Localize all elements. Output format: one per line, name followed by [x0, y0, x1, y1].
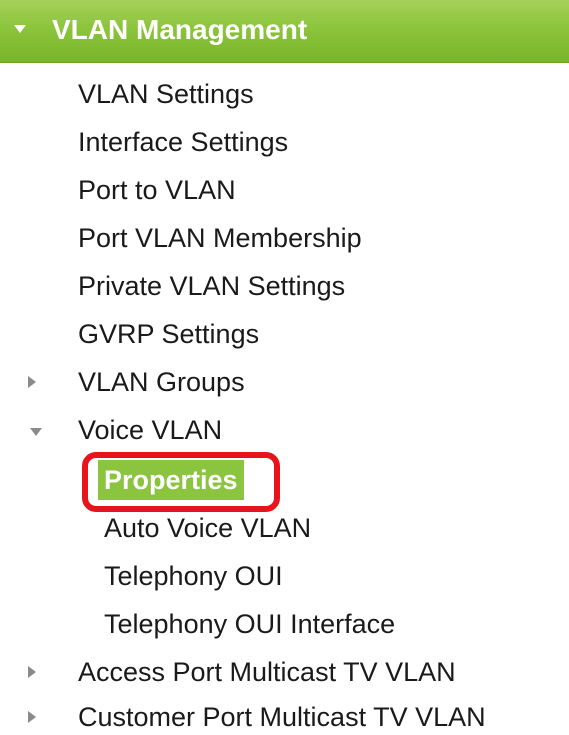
highlight-annotation — [82, 452, 280, 512]
menu-item-telephony-oui-interface[interactable]: Telephony OUI Interface — [104, 606, 395, 642]
section-header-vlan-management[interactable]: VLAN Management — [0, 0, 569, 63]
menu-item-telephony-oui[interactable]: Telephony OUI — [104, 558, 283, 594]
menu-group-customer-port-multicast-tv-vlan[interactable]: Customer Port Multicast TV VLAN — [78, 699, 486, 735]
caret-down-icon[interactable] — [30, 428, 42, 436]
caret-right-icon[interactable] — [28, 666, 36, 678]
menu-item-port-to-vlan[interactable]: Port to VLAN — [78, 172, 236, 208]
menu-group-access-port-multicast-tv-vlan[interactable]: Access Port Multicast TV VLAN — [78, 654, 456, 690]
menu-item-vlan-settings[interactable]: VLAN Settings — [78, 76, 254, 112]
menu-group-voice-vlan[interactable]: Voice VLAN — [78, 412, 222, 448]
menu-item-private-vlan-settings[interactable]: Private VLAN Settings — [78, 268, 345, 304]
menu-item-auto-voice-vlan[interactable]: Auto Voice VLAN — [104, 510, 311, 546]
menu-group-vlan-groups[interactable]: VLAN Groups — [78, 364, 245, 400]
caret-down-icon — [14, 25, 26, 33]
caret-right-icon[interactable] — [28, 711, 36, 723]
menu-item-gvrp-settings[interactable]: GVRP Settings — [78, 316, 259, 352]
caret-right-icon[interactable] — [28, 376, 36, 388]
section-title: VLAN Management — [52, 14, 308, 45]
menu-item-port-vlan-membership[interactable]: Port VLAN Membership — [78, 220, 362, 256]
menu-item-interface-settings[interactable]: Interface Settings — [78, 124, 288, 160]
